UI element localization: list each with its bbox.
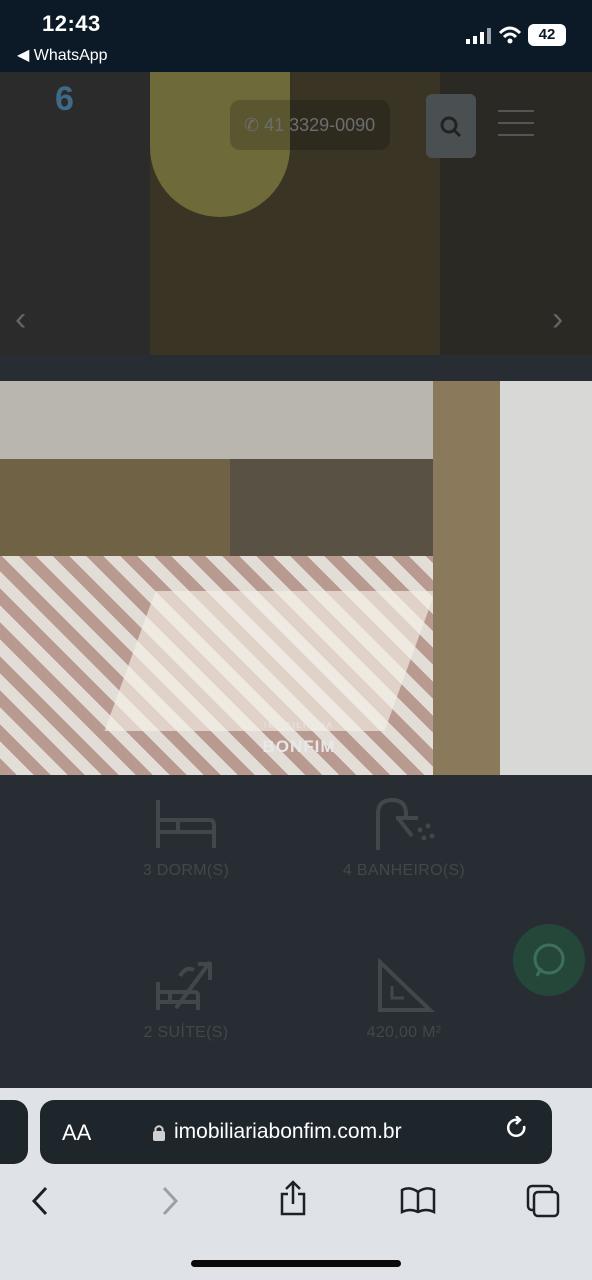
- address-bar[interactable]: AA imobiliariabonfim.com.br: [40, 1100, 552, 1164]
- feature-label: 3 DORM(S): [142, 862, 230, 879]
- previous-tab-preview[interactable]: [0, 1100, 28, 1164]
- text-size-button[interactable]: AA: [62, 1120, 91, 1146]
- feature-label: 4 BANHEIRO(S): [342, 862, 466, 879]
- feature-area: 420,00 M²: [304, 958, 504, 1042]
- shower-icon: [376, 797, 435, 850]
- back-to-app-link[interactable]: ◀ WhatsApp: [17, 45, 108, 65]
- site-logo-icon[interactable]: 6: [55, 80, 89, 128]
- battery-indicator: 42: [528, 24, 566, 46]
- gallery-prev-arrow[interactable]: ‹: [15, 300, 26, 339]
- phone-number: 41 3329-0090: [264, 115, 376, 135]
- home-indicator[interactable]: [191, 1260, 401, 1267]
- back-arrow-icon[interactable]: [30, 1186, 52, 1216]
- watermark-subtitle: IMOBILIÁRIA: [263, 721, 334, 730]
- whatsapp-floating-button[interactable]: [513, 924, 585, 996]
- bed-shower-icon: [156, 960, 212, 1010]
- triangle-ruler-icon: [378, 958, 435, 1012]
- search-button[interactable]: [426, 94, 476, 158]
- photo-pillar: [433, 381, 501, 775]
- gallery-next-arrow[interactable]: ›: [552, 300, 563, 339]
- menu-line: [498, 110, 534, 112]
- photo-sunlight: [104, 591, 436, 731]
- feature-bathrooms: 4 BANHEIRO(S): [304, 796, 504, 880]
- back-app-label: WhatsApp: [33, 47, 108, 64]
- reload-icon[interactable]: [506, 1116, 528, 1140]
- feature-bedrooms: 3 DORM(S): [86, 796, 286, 880]
- browser-toolbar: AA imobiliariabonfim.com.br: [0, 1088, 592, 1280]
- feature-label: 2 SUÍTE(S): [143, 1024, 229, 1041]
- tabs-icon[interactable]: [526, 1184, 560, 1218]
- menu-line: [498, 122, 534, 124]
- property-main-photo[interactable]: IMOBILIÁRIA BONFIM: [0, 381, 592, 775]
- forward-arrow-icon[interactable]: [158, 1186, 180, 1216]
- phone-contact-button[interactable]: ✆ 41 3329-0090: [230, 100, 390, 150]
- whatsapp-icon: ✆: [244, 115, 265, 135]
- photo-outside: [500, 381, 592, 775]
- status-bar: 12:43 ◀ WhatsApp 42: [0, 0, 592, 72]
- lock-icon: [153, 1125, 165, 1141]
- status-time: 12:43: [42, 11, 101, 36]
- feature-suites: 2 SUÍTE(S): [86, 958, 286, 1042]
- hamburger-menu-button[interactable]: [494, 102, 538, 142]
- back-triangle-icon: ◀: [17, 47, 34, 64]
- watermark-logo: BONFIM: [262, 737, 336, 756]
- bookmarks-icon[interactable]: [400, 1186, 436, 1214]
- feature-label: 420,00 M²: [366, 1024, 442, 1041]
- url-domain: imobiliariabonfim.com.br: [174, 1120, 402, 1143]
- cellular-signal-icon: [466, 28, 491, 44]
- bed-icon: [156, 800, 216, 848]
- menu-line: [498, 134, 534, 136]
- search-icon: [440, 116, 462, 138]
- web-page: 6 ✆ 41 3329-0090 ‹ › IMOBILIÁRIA BONFIM …: [0, 72, 592, 1090]
- whatsapp-icon: [533, 943, 565, 977]
- share-icon[interactable]: [278, 1180, 308, 1216]
- wifi-icon: [498, 26, 522, 44]
- site-header: 6 ✆ 41 3329-0090: [0, 72, 592, 182]
